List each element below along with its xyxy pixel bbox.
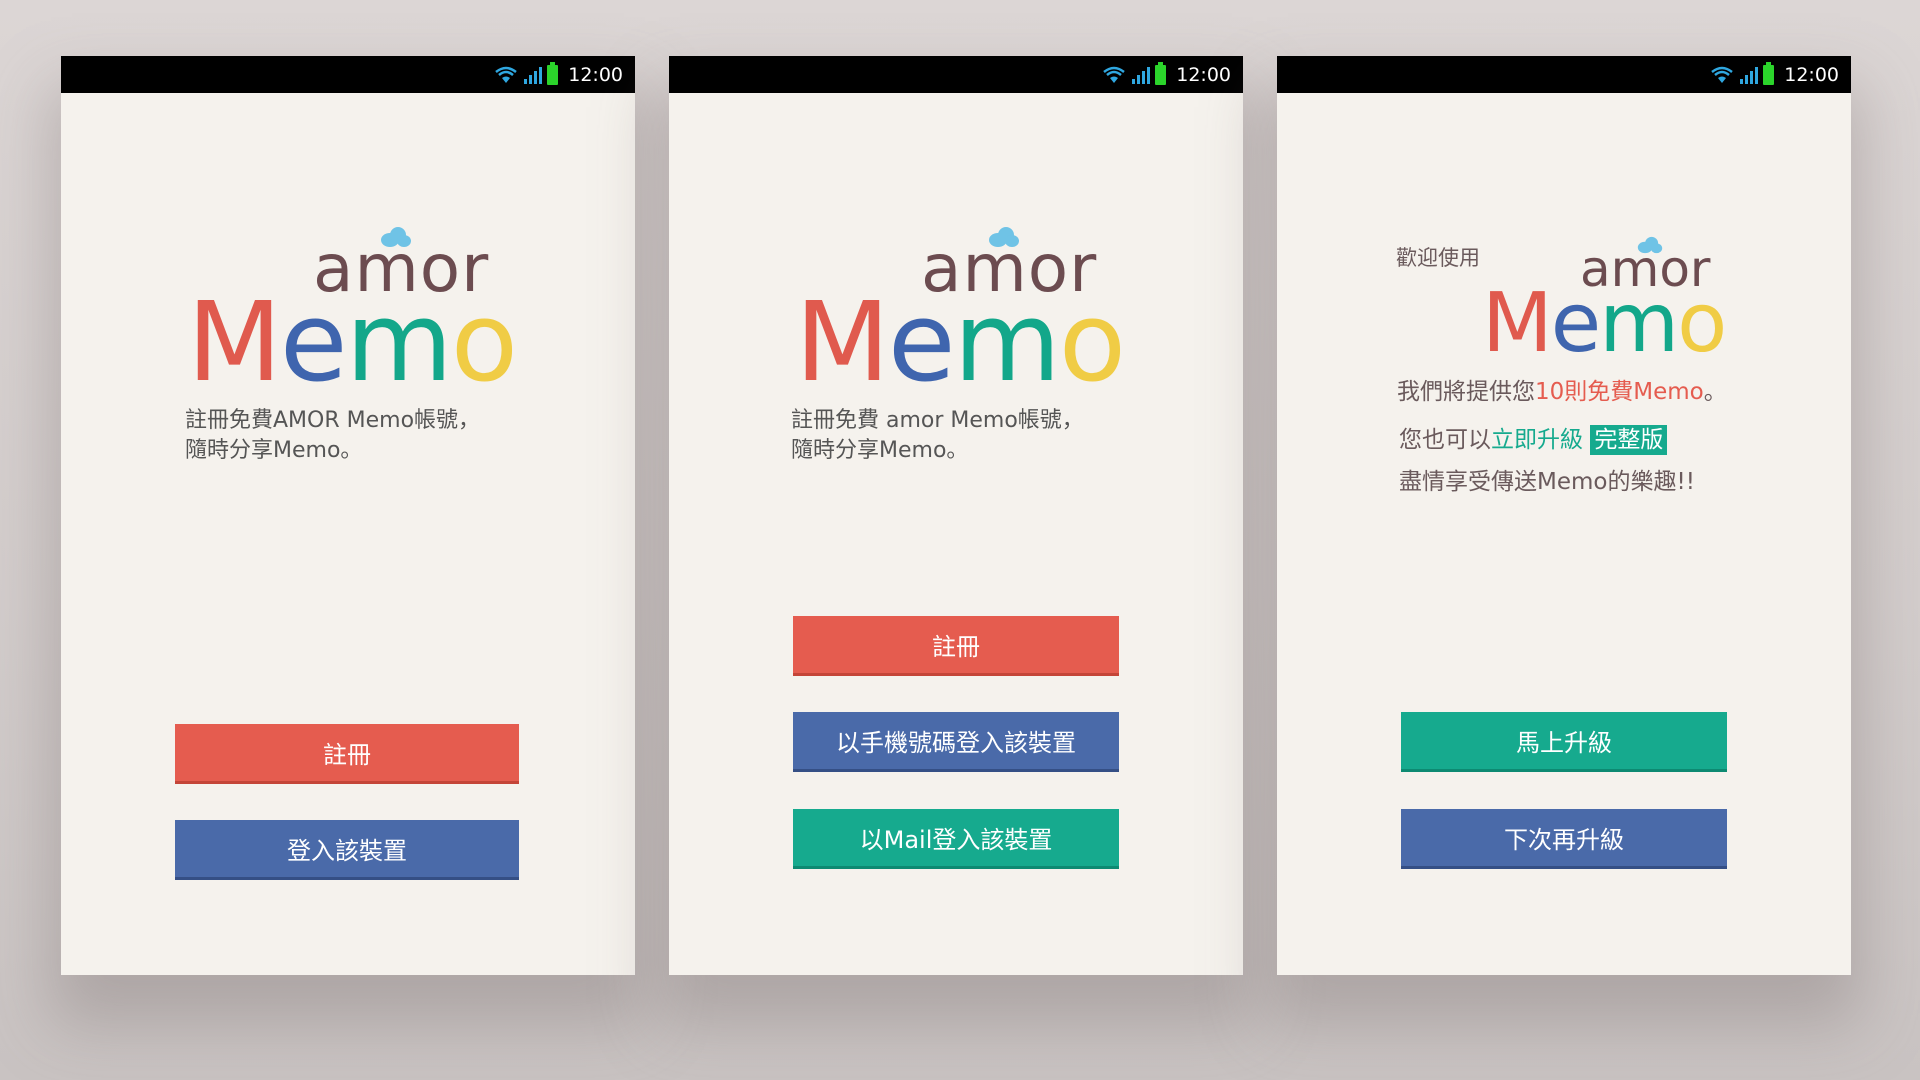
app-logo: amor Memo: [187, 226, 518, 436]
register-button[interactable]: 註冊: [175, 724, 519, 784]
logo-memo: Memo: [187, 278, 518, 406]
register-description: 註冊免費 amor Memo帳號， 隨時分享Memo。: [791, 406, 1084, 466]
upgrade-line: 您也可以立即升級 完整版: [1399, 420, 1668, 455]
logo-letter-e: e: [1550, 276, 1601, 371]
phone-screen-upgrade: 12:00 歡迎使用 amor Memo 我們將提供您10則免費Memo。 您也…: [1277, 56, 1851, 975]
logo-letter-m: m: [953, 278, 1061, 406]
phone-screen-register: 12:00 amor Memo 註冊免費AMOR Memo帳號， 隨時分享Mem…: [61, 56, 635, 975]
enjoy-line: 盡情享受傳送Memo的樂趣!!: [1399, 469, 1695, 495]
signal-icon: [1132, 66, 1151, 84]
battery-icon: [1763, 61, 1775, 85]
phone-login-button[interactable]: 以手機號碼登入該裝置: [793, 712, 1119, 772]
signal-icon: [1740, 66, 1759, 84]
full-version-badge: 完整版: [1590, 425, 1668, 455]
status-bar: 12:00: [1277, 56, 1851, 93]
upgrade-highlight: 立即升級: [1491, 427, 1583, 453]
free-memo-highlight: 10則免費Memo: [1535, 379, 1704, 405]
signal-icon: [524, 66, 543, 84]
upgrade-pre: 您也可以: [1399, 427, 1491, 453]
logo-letter-o: o: [1677, 276, 1727, 371]
logo-letter-M: M: [187, 278, 282, 406]
upgrade-now-button[interactable]: 馬上升級: [1401, 712, 1727, 772]
register-button[interactable]: 註冊: [793, 616, 1119, 676]
wifi-icon: [1711, 66, 1734, 83]
battery-icon: [1155, 61, 1167, 85]
upgrade-later-button[interactable]: 下次再升級: [1401, 809, 1727, 869]
app-logo: amor Memo: [795, 226, 1126, 436]
wifi-icon: [1103, 66, 1126, 83]
logo-letter-o: o: [450, 278, 518, 406]
status-bar: 12:00: [669, 56, 1243, 93]
phone-screen-login-options: 12:00 amor Memo 註冊免費 amor Memo帳號， 隨時分享Me…: [669, 56, 1243, 975]
battery-icon: [547, 61, 559, 85]
logo-letter-e: e: [279, 278, 348, 406]
logo-letter-m: m: [1599, 276, 1679, 371]
logo-letter-M: M: [795, 278, 890, 406]
status-time: 12:00: [1784, 63, 1839, 86]
desc-line-1: 註冊免費AMOR Memo帳號，: [185, 408, 481, 433]
desc-line-2: 隨時分享Memo。: [185, 438, 363, 463]
logo-letter-m: m: [345, 278, 453, 406]
logo-memo: Memo: [795, 278, 1126, 406]
free-memo-pre: 我們將提供您: [1397, 379, 1535, 405]
login-device-button[interactable]: 登入該裝置: [175, 820, 519, 880]
free-memo-post: 。: [1703, 379, 1727, 405]
logo-memo: Memo: [1482, 276, 1727, 371]
desc-line-2: 隨時分享Memo。: [791, 438, 969, 463]
logo-letter-e: e: [887, 278, 956, 406]
logo-letter-o: o: [1058, 278, 1126, 406]
status-time: 12:00: [568, 63, 623, 86]
logo-letter-M: M: [1482, 276, 1553, 371]
mail-login-button[interactable]: 以Mail登入該裝置: [793, 809, 1119, 869]
welcome-label: 歡迎使用: [1396, 246, 1480, 270]
wifi-icon: [495, 66, 518, 83]
desc-line-1: 註冊免費 amor Memo帳號，: [791, 408, 1084, 433]
status-time: 12:00: [1176, 63, 1231, 86]
status-bar: 12:00: [61, 56, 635, 93]
register-description: 註冊免費AMOR Memo帳號， 隨時分享Memo。: [185, 406, 480, 466]
free-memo-line: 我們將提供您10則免費Memo。: [1397, 372, 1727, 406]
